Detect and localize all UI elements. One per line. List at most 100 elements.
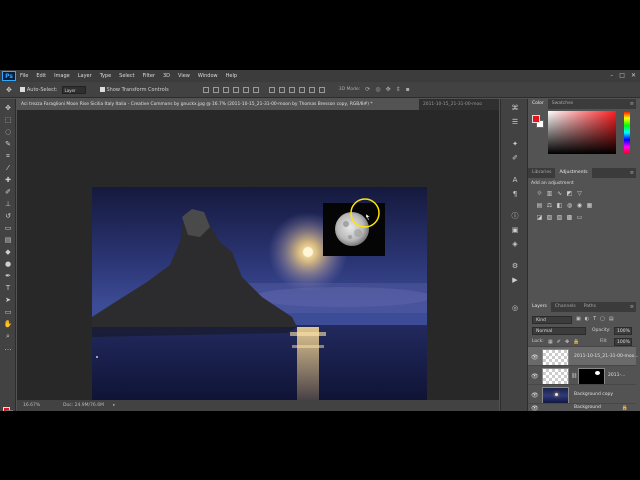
align-middle-icon[interactable] bbox=[212, 86, 219, 93]
menu-view[interactable]: View bbox=[174, 73, 194, 79]
visibility-eye-icon[interactable]: 👁 bbox=[531, 354, 539, 361]
show-transform-checkbox[interactable] bbox=[99, 87, 105, 92]
align-top-icon[interactable] bbox=[202, 86, 209, 93]
close-icon[interactable]: ✕ bbox=[631, 72, 636, 79]
menu-type[interactable]: Type bbox=[96, 73, 115, 79]
marquee-tool-icon[interactable]: ⬚ bbox=[3, 115, 13, 125]
posterize-icon[interactable]: ▨ bbox=[546, 214, 553, 221]
path-selection-tool-icon[interactable]: ➤ bbox=[3, 295, 13, 305]
invert-icon[interactable]: ◪ bbox=[536, 214, 543, 221]
quick-select-tool-icon[interactable]: ✎ bbox=[3, 139, 13, 149]
color-picker-field[interactable] bbox=[548, 111, 616, 154]
more-tools-icon[interactable]: … bbox=[3, 343, 13, 353]
menu-file[interactable]: File bbox=[16, 73, 32, 79]
lock-all-icon[interactable]: 🔒 bbox=[573, 339, 579, 345]
move-tool-icon[interactable]: ✥ bbox=[6, 86, 12, 94]
tab-channels[interactable]: Channels bbox=[551, 302, 580, 312]
filter-pixel-icon[interactable]: ▣ bbox=[576, 316, 581, 322]
menu-layer[interactable]: Layer bbox=[74, 73, 96, 79]
properties-icon[interactable]: ☰ bbox=[510, 117, 520, 127]
minimize-icon[interactable]: – bbox=[610, 72, 613, 79]
align-center-icon[interactable] bbox=[242, 86, 249, 93]
status-menu-icon[interactable]: ▸ bbox=[113, 403, 115, 408]
3d-rotate-icon[interactable]: ⟳ bbox=[365, 86, 370, 93]
eraser-tool-icon[interactable]: ▭ bbox=[3, 223, 13, 233]
history-brush-tool-icon[interactable]: ↺ bbox=[3, 211, 13, 221]
actions-icon[interactable]: ▶ bbox=[510, 275, 520, 285]
tab-layers[interactable]: Layers bbox=[528, 302, 551, 312]
canvas-area[interactable] bbox=[17, 110, 499, 408]
styles-icon[interactable]: ◈ bbox=[510, 239, 520, 249]
character-icon[interactable]: A bbox=[510, 175, 520, 185]
layer-name[interactable]: Background copy bbox=[574, 392, 613, 397]
exposure-icon[interactable]: ◩ bbox=[566, 190, 573, 197]
hand-tool-icon[interactable]: ✋ bbox=[3, 319, 13, 329]
dodge-tool-icon[interactable]: ● bbox=[3, 259, 13, 269]
blur-tool-icon[interactable]: ◆ bbox=[3, 247, 13, 257]
tool-presets-icon[interactable]: ⚙ bbox=[510, 261, 520, 271]
visibility-eye-icon[interactable]: 👁 bbox=[531, 392, 539, 399]
crop-tool-icon[interactable]: ⌗ bbox=[3, 151, 13, 161]
navigator-icon[interactable]: ▣ bbox=[510, 225, 520, 235]
tab-swatches[interactable]: Swatches bbox=[548, 99, 578, 109]
background-color-swatch[interactable] bbox=[6, 410, 13, 411]
threshold-icon[interactable]: ▧ bbox=[556, 214, 563, 221]
3d-roll-icon[interactable]: ◎ bbox=[375, 86, 380, 93]
distribute-bottom-icon[interactable] bbox=[288, 86, 295, 93]
zoom-tool-icon[interactable]: ⌕ bbox=[3, 331, 13, 341]
layer-name[interactable]: 2011-... bbox=[608, 373, 625, 378]
channel-mixer-icon[interactable]: ◉ bbox=[576, 202, 583, 209]
panel-menu-icon[interactable]: ≡ bbox=[630, 99, 634, 109]
distribute-top-icon[interactable] bbox=[268, 86, 275, 93]
filter-adjustment-icon[interactable]: ◐ bbox=[585, 316, 589, 322]
menu-help[interactable]: Help bbox=[222, 73, 241, 79]
info-icon[interactable]: ⓘ bbox=[510, 211, 520, 221]
brightness-contrast-icon[interactable]: ☼ bbox=[536, 190, 543, 197]
brush-presets-icon[interactable]: ✦ bbox=[510, 139, 520, 149]
tab-adjustments[interactable]: Adjustments bbox=[555, 168, 592, 178]
menu-edit[interactable]: Edit bbox=[32, 73, 50, 79]
menu-filter[interactable]: Filter bbox=[139, 73, 159, 79]
move-tool-icon[interactable]: ✥ bbox=[3, 103, 13, 113]
menu-image[interactable]: Image bbox=[50, 73, 74, 79]
document-tab-inactive[interactable]: 2011-10-15_21-31-00-moo bbox=[419, 99, 499, 110]
clone-stamp-tool-icon[interactable]: ⊥ bbox=[3, 199, 13, 209]
eyedropper-tool-icon[interactable]: ⁄ bbox=[3, 163, 13, 173]
layer-name[interactable]: Background bbox=[574, 405, 601, 410]
visibility-eye-icon[interactable]: 👁 bbox=[531, 405, 539, 411]
document-tab-active[interactable]: Aci trezza Faraglioni Moon Rise Sicilia … bbox=[17, 99, 419, 110]
photo-filter-icon[interactable]: ◍ bbox=[566, 202, 573, 209]
auto-select-checkbox[interactable] bbox=[19, 87, 25, 92]
opacity-input[interactable]: 100% bbox=[614, 327, 632, 335]
lock-image-icon[interactable]: ✐ bbox=[557, 339, 561, 345]
3d-panel-icon[interactable]: ◎ bbox=[510, 303, 520, 313]
distribute-middle-icon[interactable] bbox=[278, 86, 285, 93]
menu-window[interactable]: Window bbox=[194, 73, 222, 79]
tab-libraries[interactable]: Libraries bbox=[528, 168, 555, 178]
distribute-right-icon[interactable] bbox=[318, 86, 325, 93]
gradient-map-icon[interactable]: ▭ bbox=[576, 214, 583, 221]
layer-row[interactable]: 👁 Background copy bbox=[528, 384, 636, 404]
menu-select[interactable]: Select bbox=[115, 73, 138, 79]
align-left-icon[interactable] bbox=[232, 86, 239, 93]
tab-color[interactable]: Color bbox=[528, 99, 548, 109]
3d-slide-icon[interactable]: ⇕ bbox=[396, 86, 401, 93]
distribute-left-icon[interactable] bbox=[298, 86, 305, 93]
color-lookup-icon[interactable]: ▦ bbox=[586, 202, 593, 209]
vibrance-icon[interactable]: ▽ bbox=[576, 190, 583, 197]
filter-smart-object-icon[interactable]: ▤ bbox=[609, 316, 614, 322]
distribute-center-icon[interactable] bbox=[308, 86, 315, 93]
chain-link-icon[interactable]: ⛓ bbox=[571, 373, 577, 379]
3d-scale-icon[interactable]: ▪ bbox=[406, 86, 410, 93]
levels-icon[interactable]: ▥ bbox=[546, 190, 553, 197]
color-balance-icon[interactable]: ⚖ bbox=[546, 202, 553, 209]
filter-shape-icon[interactable]: ▢ bbox=[600, 316, 605, 322]
zoom-level[interactable]: 16.67% bbox=[23, 403, 63, 408]
gradient-tool-icon[interactable]: ▤ bbox=[3, 235, 13, 245]
panel-menu-icon[interactable]: ≡ bbox=[630, 168, 634, 178]
selective-color-icon[interactable]: ▩ bbox=[566, 214, 573, 221]
tab-paths[interactable]: Paths bbox=[580, 302, 600, 312]
layer-name[interactable]: 2011-10-15_21-31-00-moo... bbox=[574, 354, 639, 359]
brush-tool-icon[interactable]: ✐ bbox=[3, 187, 13, 197]
blend-mode-dropdown[interactable]: Normal bbox=[532, 327, 586, 335]
